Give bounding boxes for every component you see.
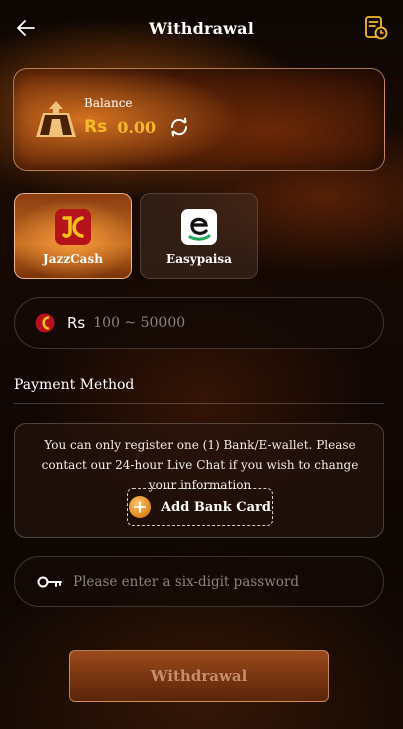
withdrawal-submit-button[interactable]: Withdrawal: [69, 650, 329, 702]
history-button[interactable]: [363, 15, 389, 41]
balance-card: Balance Rs 0.00: [13, 68, 385, 171]
balance-amount: 0.00: [117, 117, 157, 137]
plus-icon: [129, 496, 152, 518]
withdraw-amount-field[interactable]: Rs: [14, 297, 384, 349]
amount-input[interactable]: [93, 315, 334, 331]
history-record-icon: [365, 16, 388, 40]
withdraw-wallet-icon: [36, 101, 76, 137]
payment-option-label: JazzCash: [43, 252, 103, 266]
jazzcash-coin-icon: [35, 313, 55, 333]
payment-method-heading: Payment Method: [14, 377, 135, 393]
balance-row: Rs 0.00: [84, 116, 190, 138]
balance-label: Balance: [84, 96, 133, 110]
balance-currency: Rs: [84, 117, 108, 137]
payment-option-easypaisa[interactable]: Easypaisa: [140, 193, 258, 279]
arrow-left-icon: [17, 20, 35, 36]
top-bar: Withdrawal: [0, 0, 403, 56]
easypaisa-logo-icon: [181, 209, 217, 245]
refresh-icon[interactable]: [168, 116, 190, 138]
divider: [14, 403, 384, 404]
submit-label: Withdrawal: [150, 667, 248, 685]
back-button[interactable]: [14, 16, 38, 40]
payment-option-label: Easypaisa: [166, 252, 232, 266]
key-icon: [37, 576, 62, 587]
bank-card-note: You can only register one (1) Bank/E-wal…: [41, 438, 359, 492]
bank-card-box: You can only register one (1) Bank/E-wal…: [14, 423, 384, 538]
add-bank-card-label: Add Bank Card: [161, 499, 271, 515]
amount-currency: Rs: [67, 314, 86, 332]
password-field[interactable]: [14, 556, 384, 607]
add-bank-card-button[interactable]: Add Bank Card: [127, 488, 273, 526]
payment-option-jazzcash[interactable]: JazzCash: [14, 193, 132, 279]
page-title: Withdrawal: [149, 18, 254, 38]
jazzcash-logo-icon: [55, 209, 91, 245]
password-input[interactable]: [73, 573, 363, 590]
